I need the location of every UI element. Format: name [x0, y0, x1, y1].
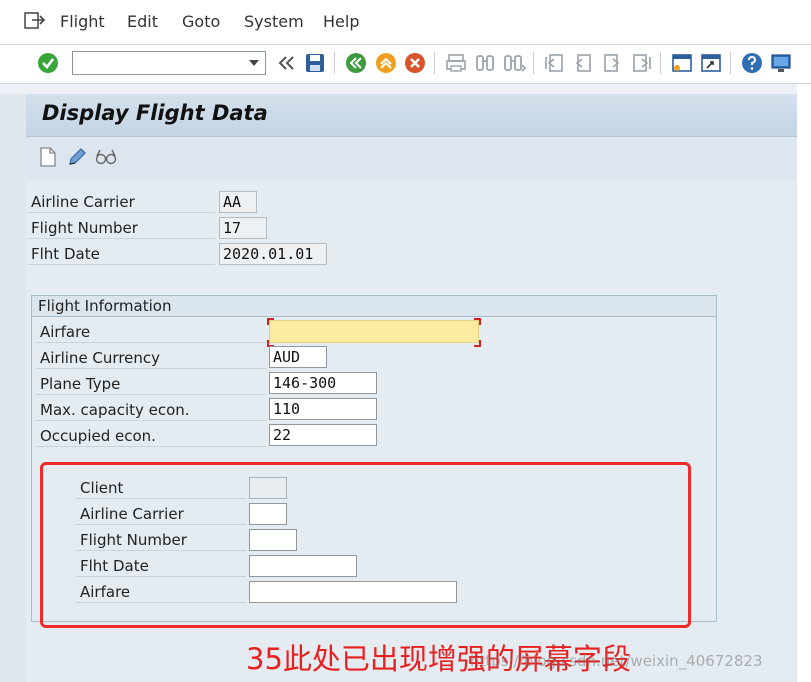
toolbar-separator	[660, 52, 661, 74]
airfare-field[interactable]	[269, 320, 479, 343]
plane-type-field[interactable]: 146-300	[269, 372, 377, 394]
occupied-label: Occupied econ.	[36, 425, 266, 447]
first-page-icon[interactable]	[543, 51, 567, 75]
toolbar-separator	[730, 52, 731, 74]
menu-item-help[interactable]: Help	[323, 12, 359, 31]
command-input[interactable]	[77, 53, 241, 75]
toolbar-separator	[533, 52, 534, 74]
separator-strip	[0, 84, 811, 94]
previous-page-icon[interactable]	[571, 51, 595, 75]
last-page-icon[interactable]	[629, 51, 653, 75]
required-marker	[474, 318, 481, 325]
customize-layout-icon[interactable]	[769, 51, 793, 75]
max-capacity-label: Max. capacity econ.	[36, 399, 266, 421]
carrier-label: Airline Carrier	[27, 191, 215, 213]
display-icon[interactable]	[94, 147, 118, 167]
chevron-down-icon[interactable]	[249, 60, 259, 66]
find-icon[interactable]	[473, 51, 497, 75]
screen-title-bar: Display Flight Data	[26, 94, 811, 137]
menu-icon[interactable]	[24, 11, 46, 31]
menu-item-goto[interactable]: Goto	[182, 12, 220, 31]
cancel-icon[interactable]	[403, 51, 427, 75]
new-session-icon[interactable]	[670, 51, 694, 75]
menu-item-system[interactable]: System	[244, 12, 304, 31]
group-title: Flight Information	[32, 296, 716, 317]
page-title: Display Flight Data	[42, 101, 268, 125]
save-icon[interactable]	[303, 51, 327, 75]
required-marker	[267, 318, 274, 325]
required-marker	[474, 340, 481, 347]
exit-icon[interactable]	[374, 51, 398, 75]
back-chevrons-icon[interactable]	[274, 51, 298, 75]
currency-field[interactable]: AUD	[269, 346, 327, 368]
flight-number-field[interactable]: 17	[219, 217, 267, 239]
plane-type-label: Plane Type	[36, 373, 266, 395]
watermark: https://blog.csdn.net/weixin_40672823	[470, 652, 763, 670]
next-page-icon[interactable]	[600, 51, 624, 75]
application-toolbar	[26, 137, 811, 179]
standard-toolbar	[0, 45, 811, 84]
find-next-icon[interactable]	[502, 51, 526, 75]
print-icon[interactable]	[444, 51, 468, 75]
flight-number-label: Flight Number	[27, 217, 215, 239]
right-edge	[797, 84, 811, 682]
menu-item-edit[interactable]: Edit	[127, 12, 158, 31]
help-icon[interactable]	[740, 51, 764, 75]
change-icon[interactable]	[66, 146, 88, 168]
annotation-highlight-box	[40, 462, 691, 628]
flight-date-field[interactable]: 2020.01.01	[219, 243, 327, 265]
menu-bar: Flight Edit Goto System Help	[0, 0, 811, 45]
shortcut-icon[interactable]	[699, 51, 723, 75]
airfare-label: Airfare	[36, 321, 266, 343]
enter-icon[interactable]	[36, 51, 60, 75]
max-capacity-field[interactable]: 110	[269, 398, 377, 420]
toolbar-separator	[334, 52, 335, 74]
toolbar-separator	[434, 52, 435, 74]
menu-item-flight[interactable]: Flight	[60, 12, 105, 31]
command-field[interactable]	[72, 51, 266, 75]
back-icon[interactable]	[344, 51, 368, 75]
occupied-field[interactable]: 22	[269, 424, 377, 446]
flight-date-label: Flht Date	[27, 243, 215, 265]
currency-label: Airline Currency	[36, 347, 266, 369]
carrier-field[interactable]: AA	[219, 191, 257, 213]
create-icon[interactable]	[38, 146, 58, 168]
